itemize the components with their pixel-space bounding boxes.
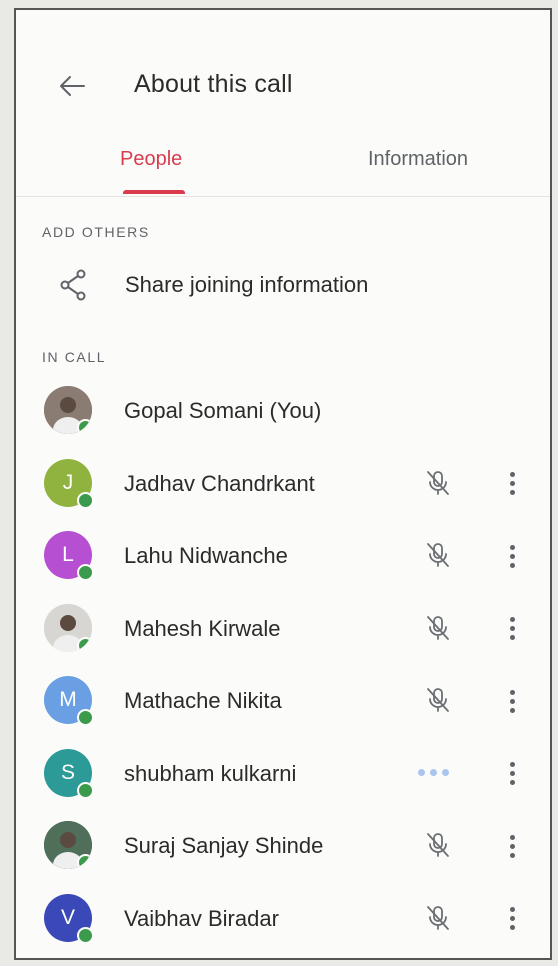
participant-row[interactable]: V Vaibhav Biradar xyxy=(16,884,550,957)
online-status-dot xyxy=(77,491,94,509)
online-status-dot xyxy=(77,781,94,799)
more-options-button[interactable] xyxy=(500,539,524,573)
participant-avatar xyxy=(44,603,92,652)
more-vert-icon xyxy=(509,689,515,695)
more-vert-icon xyxy=(509,925,515,930)
participant-avatar xyxy=(44,386,92,434)
more-vert-icon xyxy=(509,907,515,912)
more-vert-icon xyxy=(509,617,515,622)
more-vert-icon xyxy=(509,771,515,776)
participant-name: Vaibhav Biradar xyxy=(124,905,279,931)
mute-status-button[interactable] xyxy=(422,612,454,644)
more-vert-icon xyxy=(509,490,515,495)
share-joining-info-label: Share joining information xyxy=(125,272,369,297)
participant-list: Gopal Somani (You) J Jadhav Chandrkant L Lah… xyxy=(16,376,550,956)
participant-name: Mathache Nikita xyxy=(124,688,282,713)
participant-row[interactable]: L Lahu Nidwanche xyxy=(16,521,550,594)
more-vert-icon xyxy=(509,481,515,486)
avatar-initial: L xyxy=(62,543,74,566)
avatar-initial: V xyxy=(60,905,75,929)
online-status-dot xyxy=(77,636,92,652)
online-status-dot xyxy=(77,564,94,581)
participant-avatar: M xyxy=(44,676,94,726)
participant-avatar: L xyxy=(44,531,94,581)
tab-people[interactable]: People xyxy=(120,148,182,171)
mic-off-icon xyxy=(427,905,449,930)
more-vert-icon xyxy=(509,553,515,559)
tab-bar: People Information xyxy=(16,140,550,197)
participant-avatar: V xyxy=(44,893,94,944)
active-tab-indicator xyxy=(123,190,185,194)
speaking-indicator-icon xyxy=(418,767,460,779)
more-vert-icon xyxy=(509,698,515,704)
mic-off-icon xyxy=(427,543,449,567)
panel-header: About this call xyxy=(16,10,550,130)
avatar-initial: S xyxy=(60,760,75,784)
more-vert-icon xyxy=(509,916,515,921)
avatar-initial: J xyxy=(62,470,74,494)
more-options-button[interactable] xyxy=(500,684,524,718)
section-label-in-call: IN CALL xyxy=(42,349,107,365)
participant-row[interactable]: Suraj Sanjay Shinde xyxy=(16,811,550,884)
participant-avatar: S xyxy=(44,748,94,799)
mic-off-icon xyxy=(427,615,449,640)
mute-status-button[interactable] xyxy=(422,902,454,934)
more-vert-icon xyxy=(509,834,515,840)
participant-row[interactable]: M Mathache Nikita xyxy=(16,666,550,739)
online-status-dot xyxy=(77,854,92,869)
participant-avatar xyxy=(44,821,92,869)
mute-status-button[interactable] xyxy=(422,684,454,716)
share-icon xyxy=(60,269,86,301)
mic-off-icon xyxy=(427,470,449,495)
online-status-dot xyxy=(77,926,94,944)
participant-name: Lahu Nidwanche xyxy=(124,543,288,568)
more-vert-icon xyxy=(509,472,515,477)
back-button[interactable] xyxy=(54,68,90,104)
participant-row[interactable]: Sshubham kulkarni xyxy=(16,739,550,812)
more-vert-icon xyxy=(509,635,515,640)
more-options-button[interactable] xyxy=(500,467,524,501)
mute-status-button[interactable] xyxy=(422,539,454,571)
mic-off-icon xyxy=(427,688,449,712)
more-vert-icon xyxy=(509,562,515,568)
more-vert-icon xyxy=(509,762,515,767)
participant-name: shubham kulkarni xyxy=(124,760,297,786)
call-details-panel: About this call People Information ADD O… xyxy=(14,8,552,960)
mute-status-button[interactable] xyxy=(422,829,454,861)
tab-information[interactable]: Information xyxy=(368,148,468,171)
more-options-button[interactable] xyxy=(500,902,524,936)
participant-name: Suraj Sanjay Shinde xyxy=(124,833,324,858)
mic-off-icon xyxy=(427,833,449,857)
mute-status-button[interactable] xyxy=(422,467,454,499)
participant-name: Gopal Somani (You) xyxy=(124,398,322,423)
more-options-button[interactable] xyxy=(500,612,524,646)
share-joining-info-button[interactable]: Share joining information xyxy=(16,258,550,312)
more-options-button[interactable] xyxy=(500,829,524,863)
participant-row[interactable]: J Jadhav Chandrkant xyxy=(16,449,550,522)
participant-avatar: J xyxy=(44,458,94,509)
arrow-back-icon xyxy=(60,76,85,96)
more-vert-icon xyxy=(509,852,515,858)
participant-row[interactable]: Gopal Somani (You) xyxy=(16,376,550,449)
online-status-dot xyxy=(77,709,94,726)
more-vert-icon xyxy=(509,780,515,785)
section-label-add-others: ADD OTHERS xyxy=(42,224,150,240)
more-vert-icon xyxy=(509,707,515,713)
online-status-dot xyxy=(77,419,92,434)
more-vert-icon xyxy=(509,544,515,550)
participant-row[interactable]: Mahesh Kirwale xyxy=(16,594,550,667)
more-vert-icon xyxy=(509,626,515,631)
page-title: About this call xyxy=(134,70,293,98)
participant-name: Jadhav Chandrkant xyxy=(124,470,315,496)
more-options-button[interactable] xyxy=(500,757,524,791)
more-vert-icon xyxy=(509,843,515,849)
avatar-initial: M xyxy=(59,688,77,711)
participant-name: Mahesh Kirwale xyxy=(124,615,281,641)
